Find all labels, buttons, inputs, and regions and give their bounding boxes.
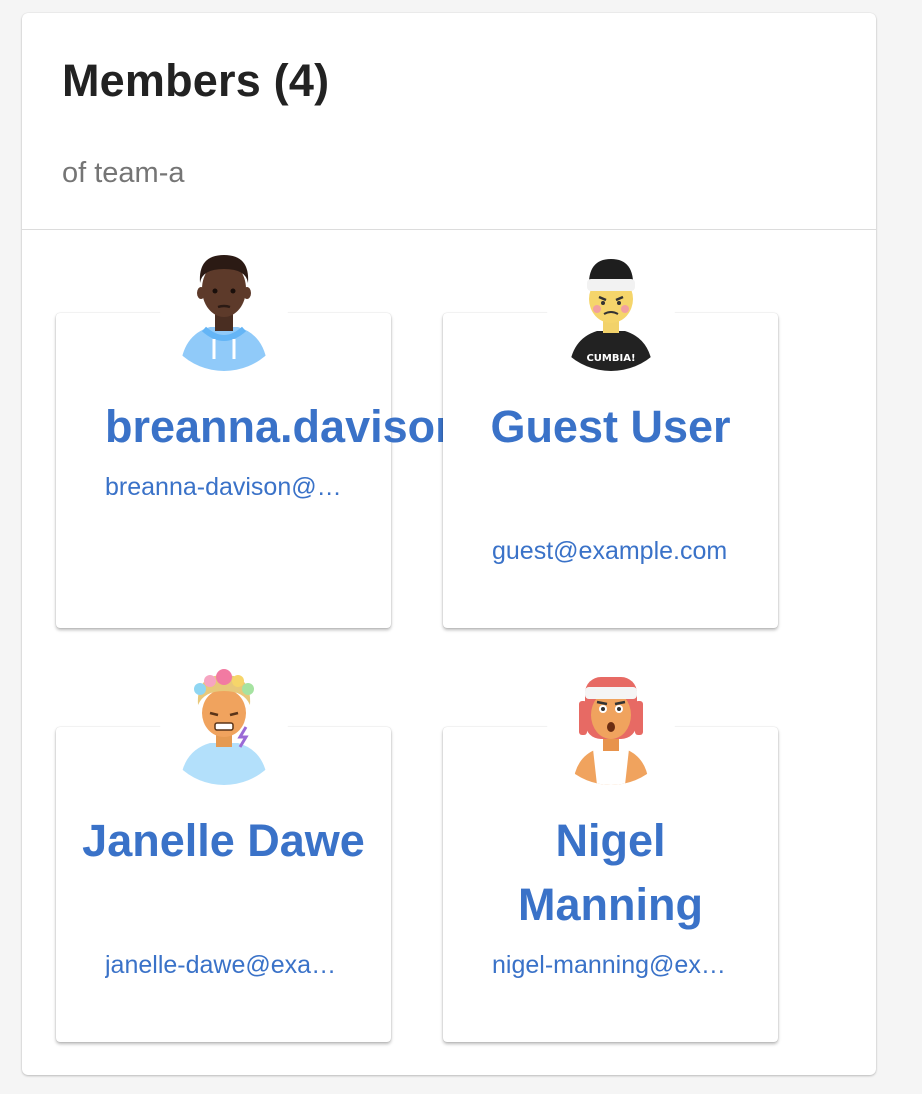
red-hair-headband-avatar [573,677,649,785]
member-card[interactable]: CUMBIA! Guest User guest@example.com [443,243,778,628]
member-card[interactable]: breanna.davison breanna-davison@example.… [56,243,463,628]
svg-text:CUMBIA!: CUMBIA! [586,353,635,364]
beanie-cumbia-shirt-avatar: CUMBIA! [569,259,653,371]
panel-subtitle: of team-a [62,157,185,189]
members-panel: Members (4) of team-a breanna.davison br… [22,13,876,1075]
man-dark-skin-hoodie-avatar [180,255,268,371]
member-name[interactable]: Janelle Dawe [70,809,377,873]
member-card[interactable]: Nigel Manning nigel-manning@example.com [443,657,778,1042]
member-name[interactable]: Nigel Manning [457,809,764,937]
avatar [160,243,288,371]
member-card[interactable]: Janelle Dawe janelle-dawe@example.com [56,657,391,1042]
avatar: CUMBIA! [547,243,675,371]
panel-title: Members (4) [62,55,330,106]
flower-crown-avatar [180,669,268,785]
member-email[interactable]: janelle-dawe@example.com [105,949,345,981]
member-name[interactable]: Guest User [457,395,764,459]
member-name[interactable]: breanna.davison [105,395,463,459]
avatar [160,657,288,785]
divider [22,229,876,230]
member-email[interactable]: breanna-davison@example.com [105,471,345,503]
member-email[interactable]: guest@example.com [492,535,732,567]
avatar [547,657,675,785]
member-email[interactable]: nigel-manning@example.com [492,949,732,981]
